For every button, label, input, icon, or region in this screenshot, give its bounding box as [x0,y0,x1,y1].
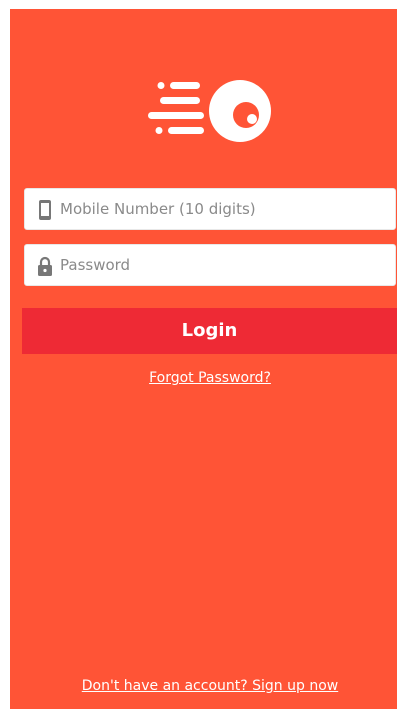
signup-link[interactable]: Don't have an account? Sign up now [10,678,397,694]
mobile-number-field[interactable] [24,188,396,230]
forgot-password-link[interactable]: Forgot Password? [10,370,397,386]
app-logo-icon [148,80,271,142]
login-screen: Login Forgot Password? Don't have an acc… [10,9,397,709]
login-button[interactable]: Login [22,308,397,354]
lock-icon [38,256,52,276]
mobile-number-input[interactable] [60,189,390,229]
password-field[interactable] [24,244,396,286]
password-input[interactable] [60,245,390,285]
mobile-phone-icon [39,200,51,220]
